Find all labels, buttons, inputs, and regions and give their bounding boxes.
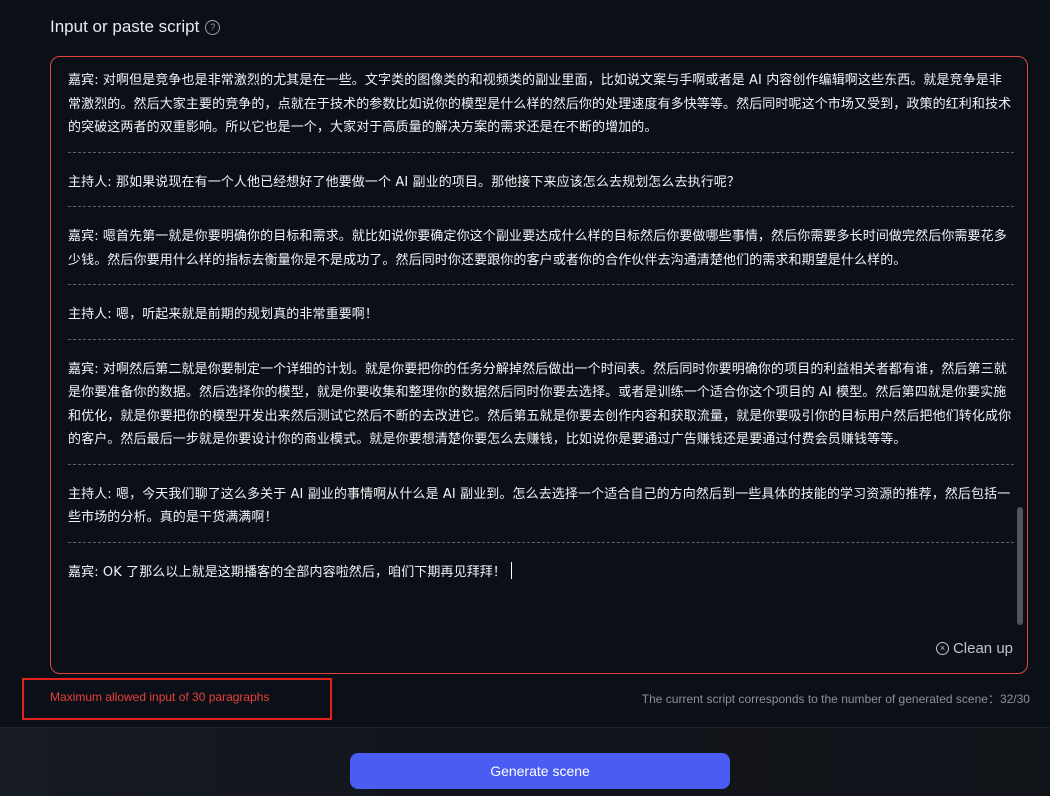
clean-up-button[interactable]: × Clean up bbox=[935, 640, 1013, 657]
paragraph-limit-warning: Maximum allowed input of 30 paragraphs bbox=[50, 690, 270, 704]
script-paragraph: 主持人: 嗯，听起来就是前期的规划真的非常重要啊！ bbox=[68, 307, 379, 322]
paragraph-divider bbox=[68, 206, 1014, 207]
paragraph-divider bbox=[68, 284, 1014, 285]
paragraph-divider bbox=[68, 151, 1014, 153]
script-paragraph: 嘉宾: 嗯首先第一就是你要明确你的目标和需求。就比如说你要确定你这个副业要达成什… bbox=[68, 229, 1007, 268]
script-paragraph-text: 嘉宾: OK 了那么以上就是这期播客的全部内容啦然后，咱们下期再见拜拜！ bbox=[68, 564, 507, 580]
script-paragraph: 主持人: 嗯，今天我们聊了这么多关于 AI 副业的事情啊从什么是 AI 副业到。… bbox=[68, 486, 1011, 526]
script-paragraph: 嘉宾: 对啊然后第二就是你要制定一个详细的计划。就是你要把你的任务分解掉然后做出… bbox=[68, 361, 1012, 448]
paragraph-divider bbox=[68, 463, 1014, 465]
script-textarea[interactable]: 嘉宾: 对啊但是竞争也是非常激烈的尤其是在一些。文字类的图像类的和视频类的副业里… bbox=[68, 65, 1014, 635]
text-caret bbox=[511, 561, 513, 579]
editor-scrollbar[interactable] bbox=[1017, 507, 1023, 625]
script-editor[interactable]: 嘉宾: 对啊但是竞争也是非常激烈的尤其是在一些。文字类的图像类的和视频类的副业里… bbox=[50, 56, 1028, 674]
page-title: Input or paste script bbox=[50, 17, 200, 36]
title-row: Input or paste script ? bbox=[50, 15, 221, 39]
script-paragraph: 主持人: 那如果说现在有一个人他已经想好了他要做一个 AI 副业的项目。那他接下… bbox=[68, 174, 741, 190]
help-icon[interactable]: ? bbox=[205, 19, 221, 35]
paragraph-divider bbox=[68, 541, 1014, 543]
script-input-page: Input or paste script ? 嘉宾: 对啊但是竞争也是非常激烈… bbox=[0, 0, 1050, 796]
paragraph-divider bbox=[68, 338, 1014, 340]
generate-scene-button[interactable]: Generate scene bbox=[350, 753, 730, 789]
footer-bar: Generate scene bbox=[0, 727, 1050, 796]
close-circle-icon: × bbox=[935, 642, 949, 655]
script-paragraph-last: 嘉宾: OK 了那么以上就是这期播客的全部内容啦然后，咱们下期再见拜拜！ bbox=[68, 557, 1014, 597]
script-paragraph: 嘉宾: 对啊但是竞争也是非常激烈的尤其是在一些。文字类的图像类的和视频类的副业里… bbox=[68, 73, 1012, 135]
clean-up-label: Clean up bbox=[952, 640, 1013, 657]
scene-count-status: The current script corresponds to the nu… bbox=[641, 692, 1030, 706]
